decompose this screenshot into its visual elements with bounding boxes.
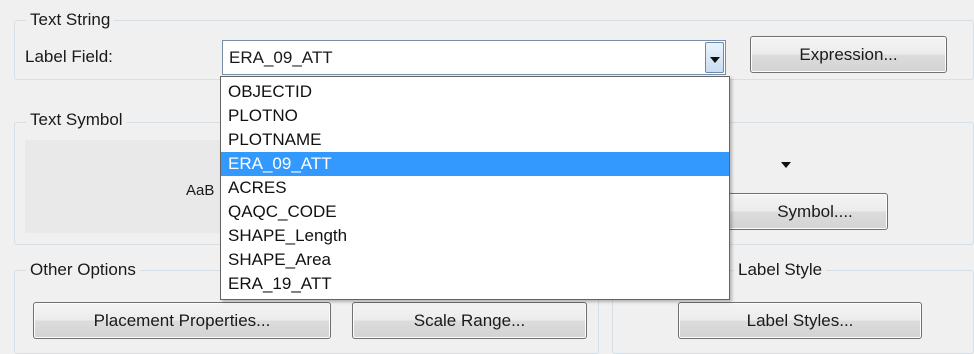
dropdown-option-objectid[interactable]: OBJECTID [221, 80, 729, 104]
label-styles-button[interactable]: Label Styles... [678, 302, 922, 339]
chevron-down-icon [781, 153, 791, 173]
dropdown-option-shape-area[interactable]: SHAPE_Area [221, 248, 729, 272]
text-string-legend: Text String [26, 10, 115, 30]
text-symbol-legend: Text Symbol [26, 110, 127, 130]
label-style-legend: Label Style [734, 260, 827, 280]
dropdown-option-qaqc-code[interactable]: QAQC_CODE [221, 200, 729, 224]
label-field-dropdown-button[interactable] [705, 42, 724, 73]
label-field-dropdown-list: OBJECTID PLOTNO PLOTNAME ERA_09_ATT ACRE… [220, 76, 730, 300]
scale-range-button[interactable]: Scale Range... [352, 302, 587, 339]
expression-button[interactable]: Expression... [750, 36, 947, 73]
dropdown-option-era-19-att[interactable]: ERA_19_ATT [221, 272, 729, 296]
dropdown-option-plotno[interactable]: PLOTNO [221, 104, 729, 128]
label-field-label: Label Field: [25, 47, 113, 66]
dropdown-option-era-09-att[interactable]: ERA_09_ATT [221, 152, 729, 176]
symbol-preview: AaB [25, 140, 223, 233]
symbol-preview-text: AaB [186, 182, 215, 199]
font-size-combobox[interactable] [728, 142, 804, 172]
label-field-combobox[interactable]: ERA_09_ATT [222, 40, 726, 75]
other-options-legend: Other Options [26, 260, 140, 280]
label-field-value: ERA_09_ATT [229, 48, 333, 67]
placement-properties-button[interactable]: Placement Properties... [33, 302, 331, 339]
dropdown-option-plotname[interactable]: PLOTNAME [221, 128, 729, 152]
dropdown-option-acres[interactable]: ACRES [221, 176, 729, 200]
dropdown-option-shape-length[interactable]: SHAPE_Length [221, 224, 729, 248]
chevron-down-icon [709, 48, 720, 68]
